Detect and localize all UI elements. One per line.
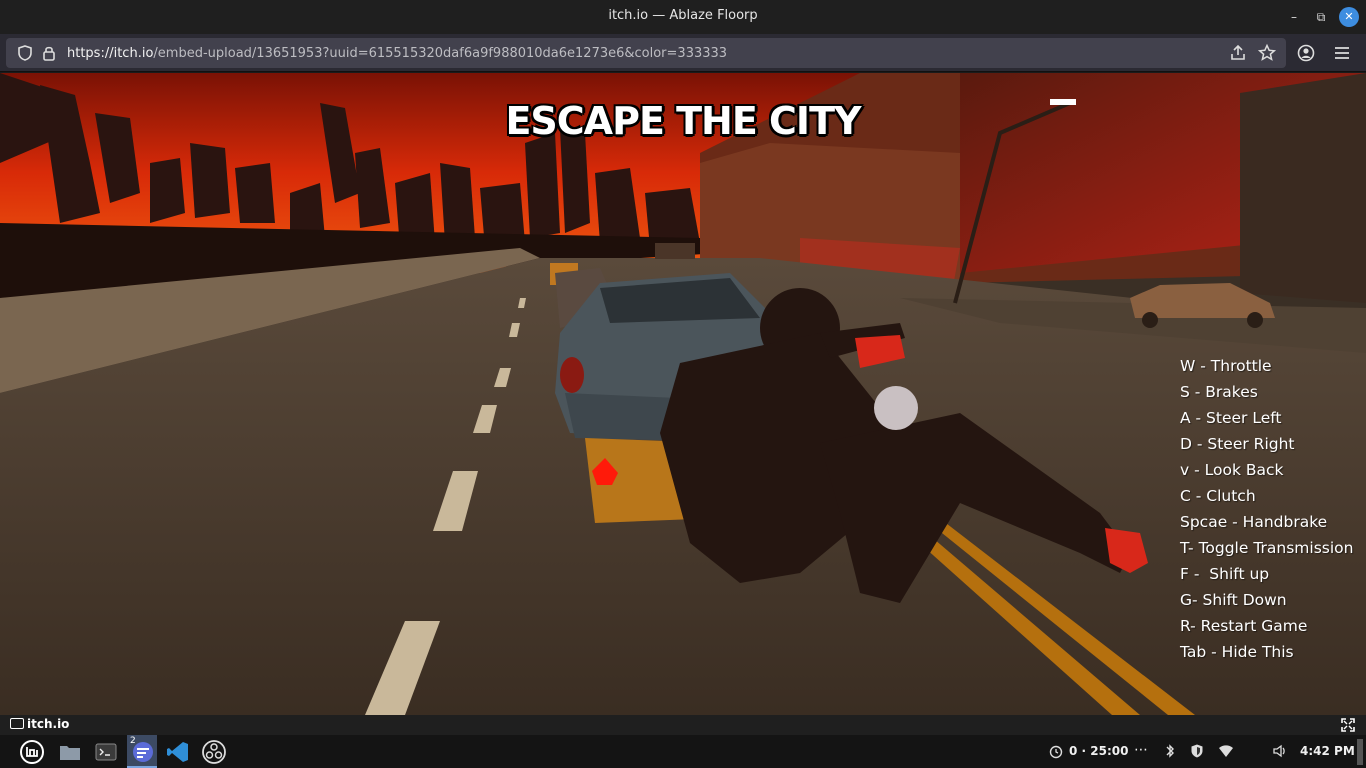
account-icon[interactable] xyxy=(1296,43,1316,63)
floorp-browser-taskbar-button[interactable]: 2 xyxy=(127,735,157,768)
control-item: D - Steer Right xyxy=(1180,435,1295,453)
control-item: T- Toggle Transmission xyxy=(1180,539,1354,557)
control-item: F - Shift up xyxy=(1180,565,1270,583)
window-titlebar: itch.io — Ablaze Floorp – ⧉ ✕ xyxy=(0,0,1366,34)
floorp-icon xyxy=(133,742,153,762)
maximize-button[interactable]: ⧉ xyxy=(1311,7,1331,27)
control-item: R- Restart Game xyxy=(1180,617,1308,635)
overflow-indicator[interactable]: ⋯ xyxy=(1134,742,1148,758)
itch-logo-text: itch.io xyxy=(27,717,70,731)
timer-icon[interactable] xyxy=(1048,743,1064,759)
url-host: https://itch.io xyxy=(67,46,154,61)
control-item: G- Shift Down xyxy=(1180,591,1287,609)
volume-icon[interactable] xyxy=(1272,743,1288,759)
lock-icon[interactable] xyxy=(41,44,57,62)
controls-help-list: W - Throttle S - Brakes A - Steer Left D… xyxy=(1180,355,1353,667)
terminal-icon[interactable] xyxy=(92,738,120,766)
wifi-icon[interactable] xyxy=(1218,743,1234,759)
itch-embed-footer: itch.io xyxy=(0,715,1366,735)
share-icon[interactable] xyxy=(1228,43,1248,63)
far-car xyxy=(655,243,695,259)
mint-menu-icon[interactable] xyxy=(18,738,46,766)
fullscreen-icon[interactable] xyxy=(1341,718,1355,732)
bluetooth-icon[interactable] xyxy=(1162,743,1178,759)
bookmark-star-icon[interactable] xyxy=(1257,43,1277,63)
show-desktop-button[interactable] xyxy=(1357,739,1363,765)
pomodoro-timer[interactable]: 0 · 25:00 xyxy=(1069,744,1128,758)
game-canvas[interactable]: ESCAPE THE CITY W - Throttle S - Brakes … xyxy=(0,73,1366,715)
obs-studio-icon[interactable] xyxy=(200,738,228,766)
clock[interactable]: 4:42 PM xyxy=(1300,744,1355,758)
control-item: S - Brakes xyxy=(1180,383,1258,401)
vscode-icon[interactable] xyxy=(164,738,192,766)
url-path: /embed-upload/13651953?uuid=615515320daf… xyxy=(153,46,728,61)
address-bar[interactable]: https://itch.io/embed-upload/13651953?uu… xyxy=(6,38,1286,68)
hamburger-menu-icon[interactable] xyxy=(1332,43,1352,63)
browser-toolbar: https://itch.io/embed-upload/13651953?uu… xyxy=(0,34,1366,72)
itch-logo-icon xyxy=(10,718,24,729)
security-shield-icon[interactable] xyxy=(1189,743,1205,759)
close-button[interactable]: ✕ xyxy=(1339,7,1359,27)
window-title: itch.io — Ablaze Floorp xyxy=(608,8,758,23)
itch-logo[interactable]: itch.io xyxy=(10,717,69,731)
control-item: Tab - Hide This xyxy=(1180,643,1294,661)
control-item: C - Clutch xyxy=(1180,487,1256,505)
control-item: A - Steer Left xyxy=(1180,409,1282,427)
control-item: Spcae - Handbrake xyxy=(1180,513,1328,531)
control-item: W - Throttle xyxy=(1180,357,1272,375)
game-scene xyxy=(0,73,1366,715)
desktop-taskbar: 2 0 · 25:00 ⋯ 4:42 PM xyxy=(0,735,1366,768)
tracking-protection-shield-icon[interactable] xyxy=(16,44,34,62)
character-head xyxy=(874,386,918,430)
game-title: ESCAPE THE CITY xyxy=(505,99,861,143)
url-text[interactable]: https://itch.io/embed-upload/13651953?uu… xyxy=(67,46,727,61)
minimize-button[interactable]: – xyxy=(1284,7,1304,27)
control-item: v - Look Back xyxy=(1180,461,1284,479)
file-manager-icon[interactable] xyxy=(56,738,84,766)
